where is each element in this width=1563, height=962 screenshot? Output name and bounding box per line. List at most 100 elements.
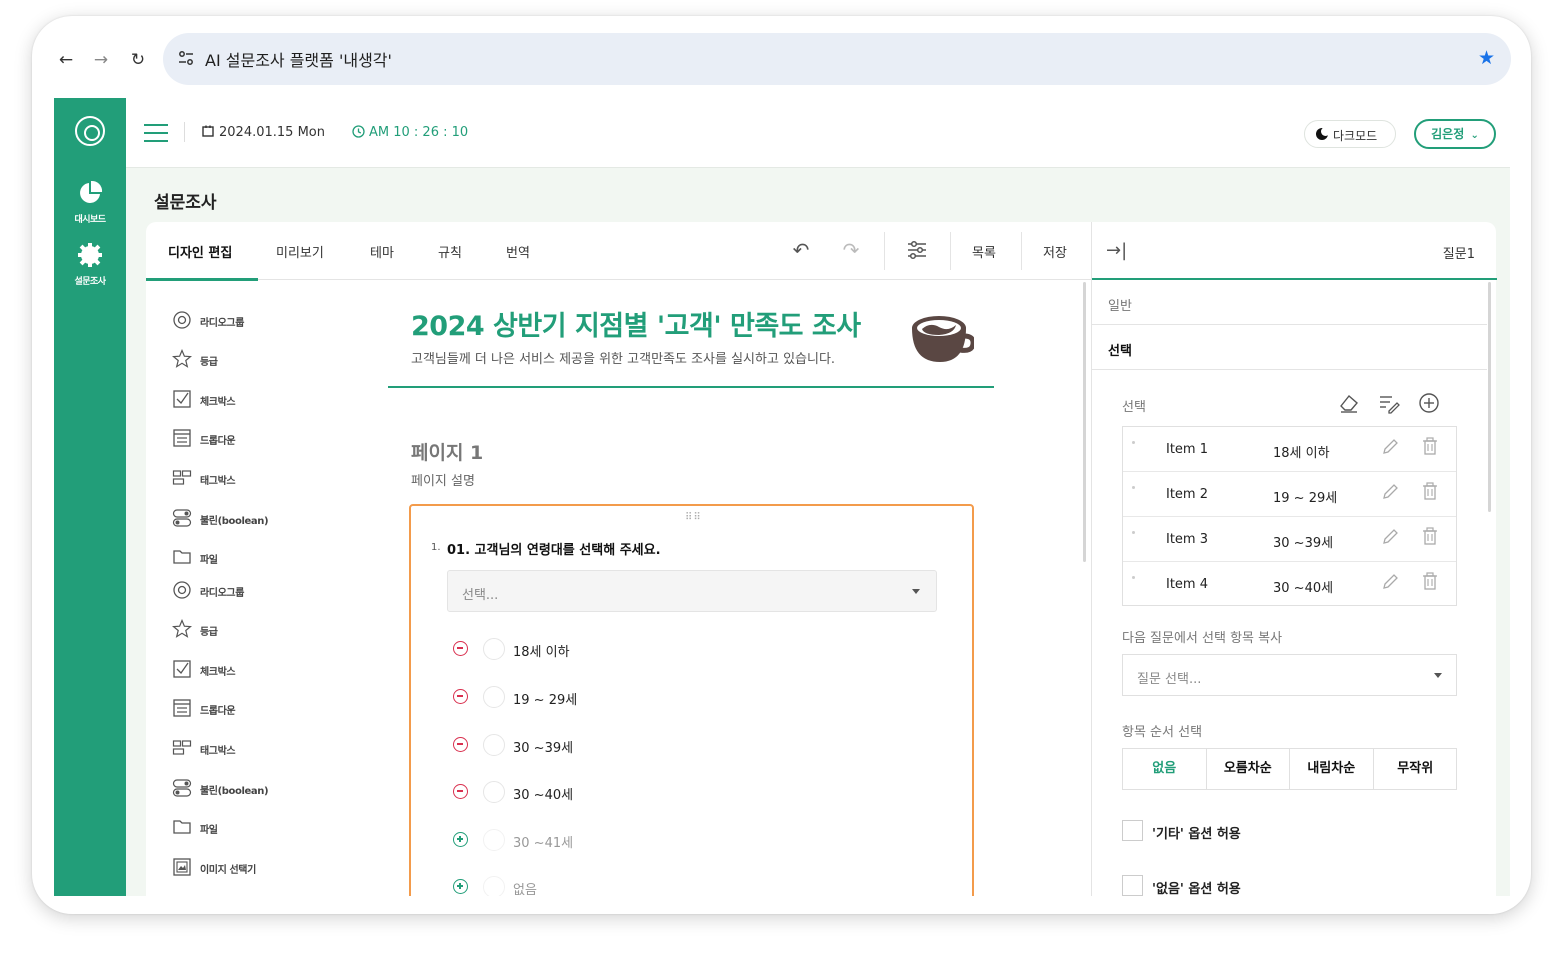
choice-label[interactable]: 30 ~39세 xyxy=(513,737,573,756)
palette-item[interactable]: 불린(boolean) xyxy=(172,506,342,530)
palette-item[interactable]: 드롭다운 xyxy=(172,426,342,450)
reload-icon[interactable]: ↻ xyxy=(128,50,148,70)
pencil-icon[interactable] xyxy=(1381,437,1399,457)
rail-item-dashboard[interactable]: 대시보드 xyxy=(54,180,126,225)
pencil-icon[interactable] xyxy=(1381,572,1399,592)
choice-label[interactable]: 18세 이하 xyxy=(513,641,570,660)
canvas-scrollbar[interactable] xyxy=(1083,282,1086,562)
order-random-button[interactable]: 무작위 xyxy=(1374,749,1458,789)
choice-radio[interactable] xyxy=(483,686,505,708)
item-name[interactable]: Item 1 xyxy=(1166,442,1208,457)
bookmark-star-icon[interactable]: ★ xyxy=(1478,47,1495,69)
allow-other-checkbox[interactable] xyxy=(1122,820,1143,841)
order-asc-button[interactable]: 오름차순 xyxy=(1207,749,1290,789)
trash-icon[interactable] xyxy=(1421,526,1439,546)
drag-dot-icon[interactable] xyxy=(1132,486,1135,489)
item-value[interactable]: 30 ~39세 xyxy=(1273,532,1333,551)
pencil-icon[interactable] xyxy=(1381,482,1399,502)
item-name[interactable]: Item 2 xyxy=(1166,487,1208,502)
palette-item[interactable]: 등급 xyxy=(172,347,342,371)
trash-icon[interactable] xyxy=(1421,571,1439,591)
list-button[interactable]: 목록 xyxy=(972,242,996,261)
redo-icon[interactable]: ↷ xyxy=(839,238,863,262)
address-bar[interactable]: AI 설문조사 플랫폼 '내생각' ★ xyxy=(163,33,1511,85)
choice-radio[interactable] xyxy=(483,638,505,660)
site-settings-icon[interactable] xyxy=(177,49,195,67)
question-title[interactable]: 01. 고객님의 연령대를 선택해 주세요. xyxy=(447,539,661,558)
item-value[interactable]: 18세 이하 xyxy=(1273,442,1330,461)
trash-icon[interactable] xyxy=(1421,481,1439,501)
palette-item[interactable]: 태그박스 xyxy=(172,736,342,760)
section-choices[interactable]: 선택 xyxy=(1092,326,1487,370)
palette-item[interactable]: 체크박스 xyxy=(172,657,342,681)
item-name[interactable]: Item 4 xyxy=(1166,577,1208,592)
palette-item[interactable]: 체크박스 xyxy=(172,387,342,411)
add-choice-icon[interactable] xyxy=(453,879,468,894)
survey-page-description[interactable]: 페이지 설명 xyxy=(411,470,475,489)
allow-other-option[interactable]: '기타' 옵션 허용 xyxy=(1122,820,1462,842)
tab-theme[interactable]: 테마 xyxy=(370,242,394,261)
choice-label[interactable]: 30 ~41세 xyxy=(513,832,573,851)
pencil-icon[interactable] xyxy=(1381,527,1399,547)
order-none-button[interactable]: 없음 xyxy=(1123,749,1207,789)
rail-label: 설문조사 xyxy=(74,277,106,287)
palette-item[interactable]: 라디오그룹 xyxy=(172,308,342,332)
eraser-icon[interactable] xyxy=(1338,392,1360,414)
choice-radio[interactable] xyxy=(483,781,505,803)
tab-design[interactable]: 디자인 편집 xyxy=(168,242,232,261)
remove-choice-icon[interactable] xyxy=(453,737,468,752)
darkmode-toggle[interactable]: 다크모드 xyxy=(1304,120,1396,148)
drag-dot-icon[interactable] xyxy=(1132,576,1135,579)
tab-translation[interactable]: 번역 xyxy=(506,242,530,261)
allow-none-checkbox[interactable] xyxy=(1122,875,1143,896)
user-menu-button[interactable]: 김은정 ⌄ xyxy=(1414,119,1496,149)
drag-handle-icon[interactable]: ⠿⠿ xyxy=(685,512,702,523)
tab-preview[interactable]: 미리보기 xyxy=(276,242,324,261)
question-card[interactable]: ⠿⠿ 1. 01. 고객님의 연령대를 선택해 주세요. 선택... 18세 이… xyxy=(409,504,974,896)
survey-description[interactable]: 고객님들께 더 나은 서비스 제공을 위한 고객만족도 조사를 실시하고 있습니… xyxy=(411,348,835,367)
choice-label[interactable]: 없음 xyxy=(513,879,537,896)
save-button[interactable]: 저장 xyxy=(1043,242,1067,261)
palette-item[interactable]: 등급 xyxy=(172,617,342,641)
palette-item[interactable]: 이미지 선택기 xyxy=(172,855,342,879)
settings-sliders-icon[interactable] xyxy=(905,238,929,262)
question-dropdown[interactable]: 선택... xyxy=(447,570,937,612)
app-logo[interactable] xyxy=(75,116,105,146)
palette-item[interactable]: 불린(boolean) xyxy=(172,776,342,800)
section-general[interactable]: 일반 xyxy=(1092,281,1487,325)
collapse-panel-icon[interactable]: →| xyxy=(1106,240,1127,261)
rail-item-survey[interactable]: 설문조사 xyxy=(54,242,126,287)
survey-page-name[interactable]: 페이지 1 xyxy=(411,438,483,465)
palette-item[interactable]: 태그박스 xyxy=(172,466,342,490)
drag-dot-icon[interactable] xyxy=(1132,531,1135,534)
page-title: 설문조사 xyxy=(154,193,217,213)
back-icon[interactable]: ← xyxy=(56,50,76,70)
order-desc-button[interactable]: 내림차순 xyxy=(1290,749,1374,789)
drag-dot-icon[interactable] xyxy=(1132,441,1135,444)
add-choice-icon[interactable] xyxy=(453,832,468,847)
choice-label[interactable]: 19 ~ 29세 xyxy=(513,689,577,708)
tab-rules[interactable]: 규칙 xyxy=(438,242,462,261)
remove-choice-icon[interactable] xyxy=(453,689,468,704)
remove-choice-icon[interactable] xyxy=(453,641,468,656)
menu-icon[interactable] xyxy=(144,124,168,142)
edit-list-icon[interactable] xyxy=(1378,392,1400,414)
allow-none-option[interactable]: '없음' 옵션 허용 xyxy=(1122,875,1462,896)
item-value[interactable]: 19 ~ 29세 xyxy=(1273,487,1337,506)
palette-item[interactable]: 라디오그룹 xyxy=(172,578,342,602)
undo-icon[interactable]: ↶ xyxy=(789,238,813,262)
trash-icon[interactable] xyxy=(1421,436,1439,456)
add-circle-icon[interactable] xyxy=(1418,392,1440,414)
palette-item[interactable]: 파일 xyxy=(172,815,342,839)
remove-choice-icon[interactable] xyxy=(453,784,468,799)
forward-icon[interactable]: → xyxy=(91,50,111,70)
item-value[interactable]: 30 ~40세 xyxy=(1273,577,1333,596)
choice-radio[interactable] xyxy=(483,734,505,756)
survey-title[interactable]: 2024 상반기 지점별 '고객' 만족도 조사 xyxy=(411,304,861,343)
choice-label[interactable]: 30 ~40세 xyxy=(513,784,573,803)
item-name[interactable]: Item 3 xyxy=(1166,532,1208,547)
palette-item[interactable]: 드롭다운 xyxy=(172,696,342,720)
palette-item[interactable]: 파일 xyxy=(172,545,342,569)
panel-scrollbar[interactable] xyxy=(1488,282,1491,512)
copy-question-select[interactable]: 질문 선택... xyxy=(1122,654,1457,696)
